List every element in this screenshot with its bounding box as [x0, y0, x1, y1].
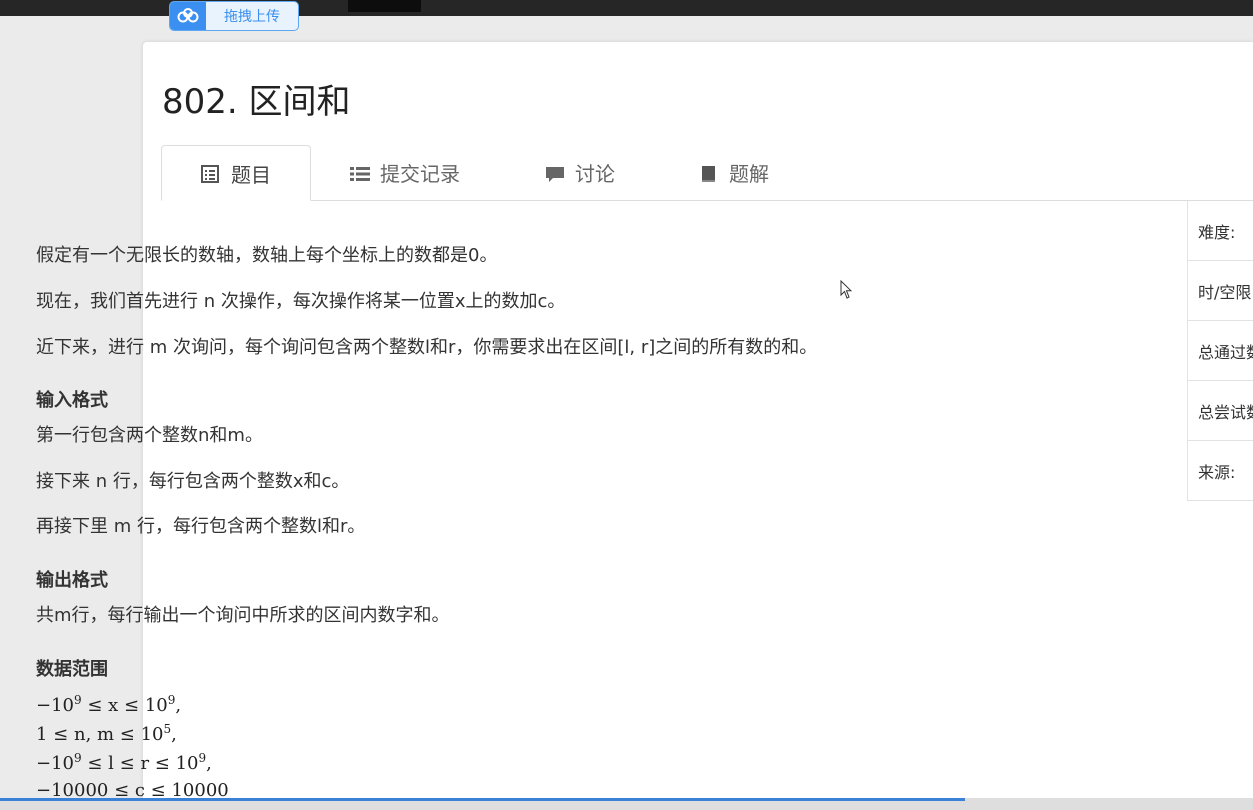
- constraint-l-r: −109 ≤ l ≤ r ≤ 109,: [36, 751, 212, 774]
- info-difficulty: 难度:: [1188, 201, 1253, 261]
- top-bar-block: [348, 0, 421, 12]
- cloud-icon: [170, 2, 206, 30]
- output-format-heading: 输出格式: [36, 570, 108, 591]
- mouse-cursor-icon: [840, 280, 852, 299]
- description-paragraph: 假定有一个无限长的数轴，数轴上每个坐标上的数都是0。: [36, 245, 498, 266]
- comment-icon: [545, 164, 564, 182]
- description-paragraph: 近下来，进行 m 次询问，每个询问包含两个整数l和r，你需要求出在区间[l, r…: [36, 337, 818, 358]
- tab-label: 讨论: [575, 162, 615, 186]
- drag-upload-button[interactable]: 拖拽上传: [169, 1, 299, 31]
- list-icon: [350, 164, 370, 182]
- description-paragraph: 现在，我们首先进行 n 次操作，每次操作将某一位置x上的数加c。: [36, 291, 566, 312]
- problem-info-sidebar: 难度: 时/空限 总通过数 总尝试数 来源:: [1187, 201, 1253, 501]
- constraint-x: −109 ≤ x ≤ 109,: [36, 693, 182, 716]
- input-format-line: 接下来 n 行，每行包含两个整数x和c。: [36, 471, 350, 492]
- page-title: 802. 区间和: [162, 82, 351, 122]
- tab-label: 题目: [231, 162, 271, 187]
- upload-label: 拖拽上传: [224, 9, 280, 25]
- input-format-line: 再接下里 m 行，每行包含两个整数l和r。: [36, 516, 366, 537]
- list-alt-icon: [201, 164, 219, 183]
- problem-card: 802. 区间和 题目 提交记录 讨论 题解 难度: 时/空限 总通过 总尝试 …: [143, 42, 1253, 810]
- tab-discussion[interactable]: 讨论: [545, 145, 615, 200]
- input-format-line: 第一行包含两个整数n和m。: [36, 425, 263, 446]
- data-range-heading: 数据范围: [36, 659, 108, 680]
- constraint-n-m: 1 ≤ n, m ≤ 105,: [36, 722, 177, 745]
- info-total-accepted: 总通过数: [1188, 321, 1253, 381]
- tab-submissions[interactable]: 提交记录: [350, 145, 460, 200]
- horizontal-scrollbar[interactable]: [0, 798, 1253, 810]
- tab-solutions[interactable]: 题解: [699, 145, 769, 200]
- info-limits: 时/空限: [1188, 261, 1253, 321]
- scrollbar-thumb[interactable]: [0, 798, 965, 801]
- tab-bar: 题目 提交记录 讨论 题解: [161, 145, 1253, 201]
- tab-problem[interactable]: 题目: [161, 145, 311, 201]
- output-format-line: 共m行，每行输出一个询问中所求的区间内数字和。: [36, 605, 450, 626]
- input-format-heading: 输入格式: [36, 390, 108, 411]
- info-source: 来源:: [1188, 441, 1253, 501]
- tab-label: 题解: [729, 162, 769, 186]
- info-total-attempts: 总尝试数: [1188, 381, 1253, 441]
- book-icon: [699, 164, 717, 182]
- tab-label: 提交记录: [380, 162, 460, 186]
